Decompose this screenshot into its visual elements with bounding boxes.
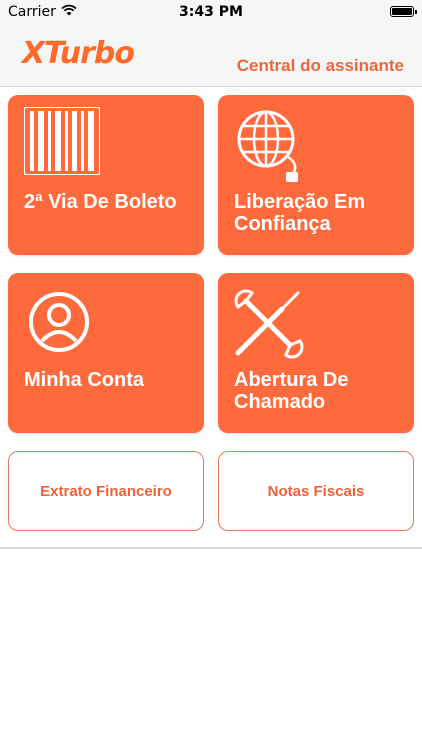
extrato-financeiro-label: Extrato Financeiro [40,482,172,500]
battery-icon [390,6,417,17]
notas-fiscais-button[interactable]: Notas Fiscais [218,451,414,531]
user-icon [28,291,90,358]
tile-minha-conta-label: Minha Conta [24,369,144,391]
divider [0,547,422,549]
barcode-icon [23,106,101,180]
app-header: XTurbo Central do assinante [0,24,422,87]
notas-fiscais-label: Notas Fiscais [267,482,365,500]
tile-abertura-chamado-label: Abertura De Chamado [234,369,349,413]
tile-liberacao[interactable]: Liberação Em Confiança [218,95,414,255]
tile-boleto-label: 2ª Via De Boleto [24,191,177,213]
extrato-financeiro-button[interactable]: Extrato Financeiro [8,451,204,531]
tile-minha-conta[interactable]: Minha Conta [8,273,204,433]
status-time: 3:43 PM [179,4,243,20]
xturbo-logo: XTurbo [22,36,135,71]
logo-text: XTurbo [22,36,135,71]
status-bar: Carrier 3:43 PM [0,0,422,24]
tile-abertura-chamado[interactable]: Abertura De Chamado [218,273,414,433]
page-title: Central do assinante [236,56,404,75]
tools-icon [232,287,306,366]
tile-liberacao-label: Liberação Em Confiança [234,191,366,235]
globe-network-icon [236,109,310,190]
tile-boleto[interactable]: 2ª Via De Boleto [8,95,204,255]
